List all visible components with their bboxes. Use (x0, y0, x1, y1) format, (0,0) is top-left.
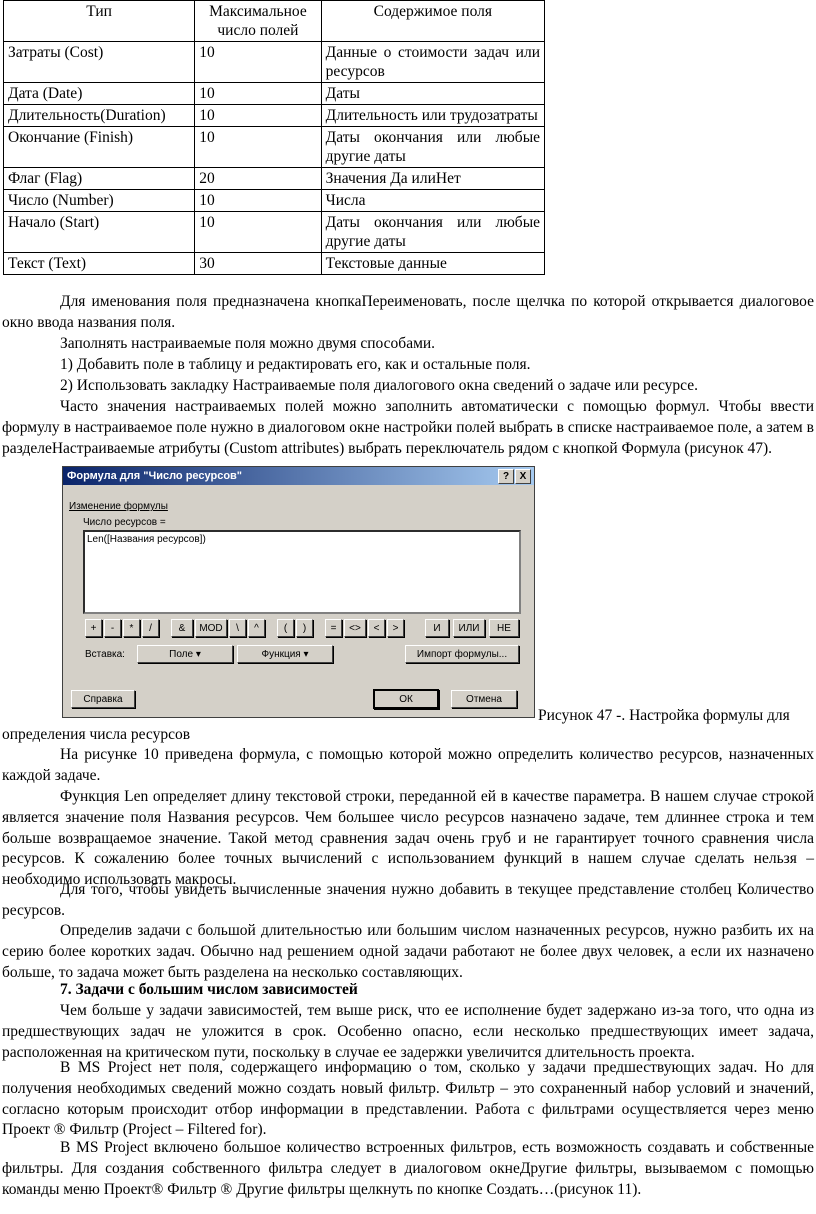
cancel-button[interactable]: Отмена (451, 690, 517, 708)
paragraph-figure10: На рисунке 10 приведена формула, с помощ… (2, 746, 814, 784)
dialog-title: Формула для "Число ресурсов" (67, 470, 243, 482)
paragraph-fill-ways: Заполнять настраиваемые поля можно двумя… (60, 335, 436, 352)
table-cell: Текст (Text) (2, 252, 196, 275)
dialog-titlebar: Формула для "Число ресурсов" ? X (63, 467, 534, 485)
table-cell: Числа (320, 189, 546, 212)
table-row: Дата (Date) 10 Даты (2, 82, 546, 105)
table-row: Затраты (Cost) 10 Данные о стоимости зад… (2, 41, 546, 83)
figure-caption-continued: определения числа ресурсов (2, 726, 191, 743)
paragraph-formulas: Часто значения настраиваемых полей можно… (2, 398, 814, 457)
section-label: Изменение формулы (69, 501, 168, 512)
table-cell: Значения Да илиНет (320, 167, 546, 190)
op-divide-button[interactable]: / (142, 619, 159, 637)
op-concat-button[interactable]: & (171, 619, 193, 637)
import-formula-button[interactable]: Импорт формулы... (405, 645, 519, 663)
table-cell: Данные о стоимости задач или ресурсов (320, 41, 546, 83)
op-less-button[interactable]: < (368, 619, 385, 637)
op-notequal-button[interactable]: <> (344, 619, 366, 637)
table-cell: Длительность(Duration) (2, 104, 196, 127)
op-greater-button[interactable]: > (387, 619, 404, 637)
op-lparen-button[interactable]: ( (277, 619, 294, 637)
paragraph-dependencies: Чем больше у задачи зависимостей, тем вы… (2, 1002, 814, 1061)
table-cell: Флаг (Flag) (2, 167, 196, 190)
op-equal-button[interactable]: = (325, 619, 342, 637)
close-icon[interactable]: X (515, 469, 531, 484)
op-rparen-button[interactable]: ) (296, 619, 313, 637)
table-cell: 10 (194, 104, 322, 127)
header-max-count: Максимальное число полей (194, 0, 322, 42)
paragraph-way-1: 1) Добавить поле в таблицу и редактирова… (60, 356, 531, 373)
formula-dialog: Формула для "Число ресурсов" ? X Изменен… (62, 466, 535, 718)
ok-button[interactable]: ОК (373, 689, 439, 709)
table-cell: Даты окончания или любые другие даты (320, 211, 546, 253)
op-intdiv-button[interactable]: \ (229, 619, 246, 637)
paragraph-custom-filters: В MS Project включено большое количество… (2, 1139, 814, 1198)
figure-caption: Рисунок 47 -. Настройка формулы для (538, 707, 790, 724)
paragraph-view: Для того, чтобы увидеть вычисленные знач… (2, 881, 814, 919)
table-cell: 10 (194, 189, 322, 212)
table-header-row: Тип Максимальное число полей Содержимое … (2, 0, 546, 42)
field-dropdown-button[interactable]: Поле ▾ (137, 645, 233, 663)
paragraph-filter: В MS Project нет поля, содержащего инфор… (2, 1059, 814, 1139)
table-row: Число (Number) 10 Числа (2, 189, 546, 212)
table-cell: 10 (194, 82, 322, 105)
function-dropdown-button[interactable]: Функция ▾ (237, 645, 333, 663)
table-cell: 10 (194, 211, 322, 253)
table-cell: 20 (194, 167, 322, 190)
table-row: Окончание (Finish) 10 Даты окончания или… (2, 126, 546, 168)
help-button[interactable]: Справка (71, 690, 135, 708)
paragraph-rename: Для именования поля предназначена кнопка… (2, 293, 814, 331)
paragraph-split: Определив задачи с большой длительностью… (2, 922, 814, 981)
header-content: Содержимое поля (320, 0, 546, 42)
table-cell: Затраты (Cost) (2, 41, 196, 83)
op-minus-button[interactable]: - (104, 619, 121, 637)
table-cell: Дата (Date) (2, 82, 196, 105)
table-cell: Длительность или трудозатраты (320, 104, 546, 127)
table-row: Длительность(Duration) 10 Длительность и… (2, 104, 546, 127)
table-cell: Начало (Start) (2, 211, 196, 253)
table-cell: Текстовые данные (320, 252, 546, 275)
table-cell: Число (Number) (2, 189, 196, 212)
field-types-table: Тип Максимальное число полей Содержимое … (2, 0, 546, 275)
table-row: Начало (Start) 10 Даты окончания или люб… (2, 211, 546, 253)
table-cell: Даты (320, 82, 546, 105)
table-row: Текст (Text) 30 Текстовые данные (2, 252, 546, 275)
field-label: Число ресурсов = (83, 517, 166, 528)
op-multiply-button[interactable]: * (123, 619, 140, 637)
op-power-button[interactable]: ^ (248, 619, 265, 637)
paragraph-way-2: 2) Использовать закладку Настраиваемые п… (60, 377, 698, 394)
table-cell: 10 (194, 126, 322, 168)
table-cell: Даты окончания или любые другие даты (320, 126, 546, 168)
table-cell: 10 (194, 41, 322, 83)
paragraph-len: Функция Len определяет длину текстовой с… (2, 788, 814, 889)
help-icon[interactable]: ? (498, 469, 514, 484)
formula-editor[interactable]: Len([Названия ресурсов]) (83, 530, 521, 614)
insert-label: Вставка: (85, 649, 125, 660)
table-cell: 30 (194, 252, 322, 275)
header-type: Тип (2, 0, 196, 42)
table-row: Флаг (Flag) 20 Значения Да илиНет (2, 167, 546, 190)
op-mod-button[interactable]: MOD (195, 619, 227, 637)
op-and-button[interactable]: И (425, 619, 449, 637)
table-cell: Окончание (Finish) (2, 126, 196, 168)
op-not-button[interactable]: НЕ (489, 619, 519, 637)
op-or-button[interactable]: ИЛИ (453, 619, 485, 637)
op-plus-button[interactable]: + (85, 619, 102, 637)
section-heading: 7. Задачи с большим числом зависимостей (60, 981, 358, 998)
